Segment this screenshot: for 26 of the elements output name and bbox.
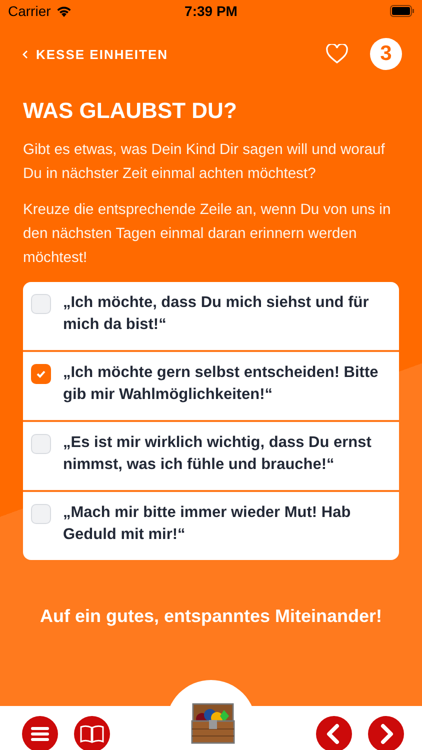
option-text: „Ich möchte, dass Du mich siehst und für mich da bist!“	[63, 293, 370, 335]
instruction-text: Gibt es etwas, was Dein Kind Dir sagen will und worauf Du in nächster Zeit einmal achten möchtest?	[23, 141, 386, 184]
heart-icon[interactable]	[326, 44, 348, 64]
treasure-chest-icon[interactable]	[190, 703, 236, 745]
chevron-left-icon	[22, 50, 28, 58]
book-button[interactable]	[74, 716, 110, 750]
option-row[interactable]: „Mach mir bitte immer wieder Mut! Hab Geduld mit mir!“	[23, 492, 399, 560]
next-button[interactable]	[368, 716, 404, 750]
clock-time: 7:39 PM	[184, 3, 238, 19]
carrier-label: Carrier	[8, 3, 51, 19]
checkbox[interactable]	[31, 364, 51, 384]
option-text: „Es ist mir wirklich wichtig, dass Du ernst nimmst, was ich fühle und brauche!“	[63, 433, 372, 475]
menu-button[interactable]	[22, 716, 58, 750]
option-text: „Mach mir bitte immer wieder Mut! Hab Geduld mit mir!“	[63, 503, 352, 545]
battery-icon	[390, 5, 414, 17]
instruction-text: Kreuze die entsprechende Zeile an, wenn Du von uns in den nächsten Tagen einmal daran erinnern werden möchtest!	[23, 201, 392, 268]
previous-button[interactable]	[316, 716, 352, 750]
option-row[interactable]: „Es ist mir wirklich wichtig, dass Du ernst nimmst, was ich fühle und brauche!“	[23, 422, 399, 490]
step-badge: 3	[370, 38, 402, 70]
option-row[interactable]: „Ich möchte, dass Du mich siehst und für mich da bist!“	[23, 282, 399, 350]
checkmark-icon	[36, 370, 46, 378]
page-title: WAS GLAUBST DU?	[23, 98, 238, 124]
option-row[interactable]: „Ich möchte gern selbst entscheiden! Bitte gib mir Wahlmöglichkeiten!“	[23, 352, 399, 420]
option-text: „Ich möchte gern selbst entscheiden! Bitte gib mir Wahlmöglichkeiten!“	[63, 363, 380, 405]
wifi-icon	[56, 5, 72, 17]
closing-text: Auf ein gutes, entspanntes Miteinander!	[38, 606, 384, 627]
